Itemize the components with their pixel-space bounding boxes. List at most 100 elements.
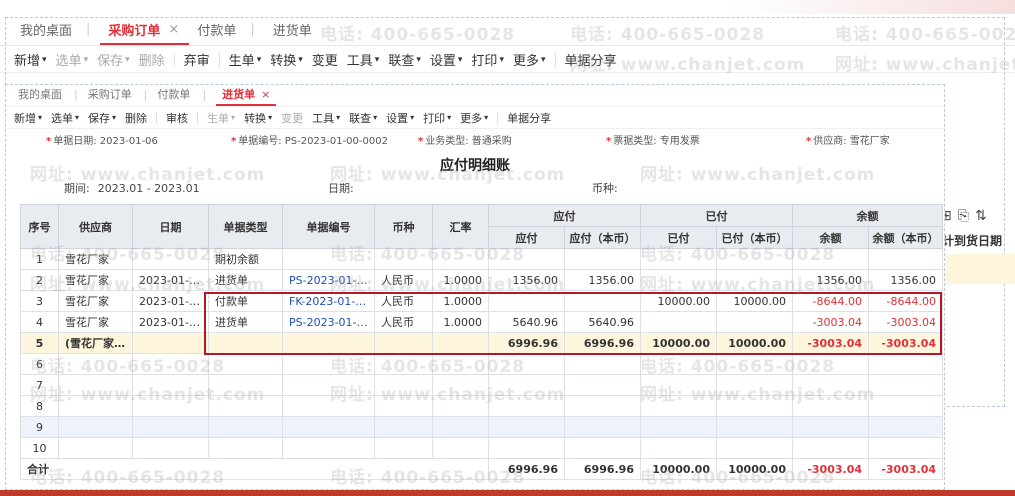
bg-button-2[interactable]: 保存 ▾	[97, 50, 139, 69]
cell-doc-no[interactable]: PS-2023-01-00...	[282, 269, 375, 291]
doc-no-field[interactable]: * 单据编号: PS-2023-01-00-0002	[231, 132, 388, 147]
cell-paid-local	[716, 353, 793, 375]
cell-doc-type: 付款单	[208, 290, 283, 312]
bg-button-4[interactable]: 弃审	[184, 50, 219, 69]
chevron-down-icon: ▾	[447, 113, 452, 122]
bg-button-6[interactable]: 转换 ▾	[270, 50, 312, 69]
col-doc-type[interactable]: 单据类型	[208, 204, 283, 249]
bg-button-8[interactable]: 工具 ▾	[347, 50, 389, 69]
inner-button-0[interactable]: 新增 ▾	[14, 110, 51, 126]
inner-button-1[interactable]: 选单 ▾	[51, 110, 88, 126]
col-seq[interactable]: 序号	[20, 204, 59, 249]
invoice-type-field[interactable]: * 票据类型: 专用发票	[606, 132, 700, 147]
toolbar-button-label: 选单	[55, 54, 82, 69]
cell-payable-local	[564, 290, 641, 312]
chevron-down-icon: ▾	[416, 54, 421, 65]
cell-paid-local	[716, 269, 793, 291]
table-row[interactable]: 5 (雪花厂家)... 6996.96 6996.96 10000.00 10000.00…	[20, 332, 943, 354]
chevron-down-icon: ▾	[410, 113, 415, 122]
inner-button-11[interactable]: 打印 ▾	[423, 110, 460, 126]
inner-tab-desktop[interactable]: 我的桌面 |	[18, 86, 88, 106]
inner-tab-payment[interactable]: 付款单 |	[157, 86, 216, 106]
inner-button-3[interactable]: 删除	[125, 110, 156, 126]
bg-tab-payment[interactable]: 付款单 |	[189, 20, 264, 45]
chevron-down-icon: ▾	[373, 113, 378, 122]
bg-button-13[interactable]: 单据分享	[565, 50, 626, 69]
cell-balance	[792, 395, 869, 417]
cell-currency	[374, 248, 433, 270]
bg-button-10[interactable]: 设置 ▾	[430, 50, 472, 69]
inner-button-9[interactable]: 联查 ▾	[349, 110, 386, 126]
bg-tab-desktop[interactable]: 我的桌面 |	[12, 20, 100, 45]
bg-button-9[interactable]: 联查 ▾	[388, 50, 430, 69]
cell-doc-no[interactable]: PS-2023-01-00...	[282, 311, 375, 333]
cell-balance-local: -3003.04	[868, 332, 943, 354]
bg-button-5[interactable]: 生单 ▾	[229, 50, 271, 69]
table-row[interactable]: 7	[20, 374, 943, 396]
inner-button-4[interactable]: 审核	[166, 110, 197, 126]
inner-button-8[interactable]: 工具 ▾	[312, 110, 349, 126]
col-payable-local[interactable]: 应付（本币）	[564, 226, 641, 249]
table-row[interactable]: 1 雪花厂家 期初余额	[20, 248, 943, 270]
cell-balance-local	[868, 353, 943, 375]
cell-currency: 人民币	[374, 311, 433, 333]
table-row[interactable]: 2 雪花厂家 2023-01-06 进货单 PS-2023-01-00... 人民币 1.0…	[20, 269, 943, 291]
bg-button-3[interactable]: 删除	[139, 50, 174, 69]
inner-tab-receipt[interactable]: 进货单 ×	[216, 86, 277, 106]
col-paid-local[interactable]: 已付（本币）	[716, 226, 793, 249]
bg-button-1[interactable]: 选单 ▾	[56, 50, 98, 69]
sort-icon[interactable]: ⇅	[975, 208, 987, 224]
table-row[interactable]: 4 雪花厂家 2023-01-06 进货单 PS-2023-01-00... 人民币 1.0…	[20, 311, 943, 333]
bg-button-7[interactable]: 变更	[312, 50, 347, 69]
inner-button-5[interactable]: 生单 ▾	[207, 110, 244, 126]
inner-button-12[interactable]: 更多 ▾	[460, 110, 497, 126]
close-icon[interactable]: ×	[261, 88, 270, 101]
chevron-down-icon: ▾	[75, 113, 80, 122]
col-rate[interactable]: 汇率	[432, 204, 489, 249]
close-icon[interactable]: ×	[168, 22, 179, 37]
cell-currency	[374, 437, 433, 459]
table-row[interactable]: 10	[20, 437, 943, 459]
doc-date-field[interactable]: * 单据日期: 2023-01-06	[46, 132, 158, 147]
inner-tab-purchase-order[interactable]: 采购订单 |	[88, 86, 158, 106]
col-balance-local[interactable]: 余额（本币）	[868, 226, 943, 249]
chevron-down-icon: ▾	[83, 54, 89, 65]
inner-button-13[interactable]: 单据分享	[507, 110, 560, 126]
cell-doc-no[interactable]: FK-2023-01-0001	[282, 290, 375, 312]
col-balance[interactable]: 余额	[792, 226, 869, 249]
col-paid[interactable]: 已付	[640, 226, 717, 249]
cell-balance	[792, 437, 869, 459]
table-row[interactable]: 3 雪花厂家 2023-01-06 付款单 FK-2023-01-0001 人民币 1.00…	[20, 290, 943, 312]
inner-button-6[interactable]: 转换 ▾	[244, 110, 281, 126]
bg-tab-receipt[interactable]: 进货单	[265, 20, 322, 45]
table-row[interactable]: 6	[20, 353, 943, 375]
toolbar-button-label: 联查	[349, 111, 372, 125]
inner-button-2[interactable]: 保存 ▾	[88, 110, 125, 126]
table-row[interactable]: 9	[20, 416, 943, 438]
toolbar-button-label: 生单	[228, 54, 255, 69]
total-payable-local: 6996.96	[564, 458, 641, 480]
export-icon[interactable]: ⎘	[958, 208, 969, 224]
inner-button-7[interactable]: 变更	[281, 110, 312, 126]
cell-doc-type	[208, 353, 283, 375]
supplier-field[interactable]: * 供应商: 雪花厂家	[806, 132, 890, 147]
cell-date	[132, 353, 209, 375]
chevron-down-icon: ▾	[42, 54, 47, 65]
bg-button-11[interactable]: 打印 ▾	[471, 50, 513, 69]
toolbar-divider	[156, 111, 158, 124]
col-date[interactable]: 日期	[132, 204, 209, 249]
cell-doc-no	[282, 248, 375, 270]
col-doc-no[interactable]: 单据编号	[282, 204, 375, 249]
col-supplier[interactable]: 供应商	[58, 204, 133, 249]
cell-balance	[792, 374, 869, 396]
col-group-paid: 已付	[640, 204, 793, 227]
inner-button-10[interactable]: 设置 ▾	[386, 110, 423, 126]
col-payable[interactable]: 应付	[488, 226, 565, 249]
bg-tab-purchase-order[interactable]: 采购订单 ×	[100, 20, 190, 45]
bg-button-12[interactable]: 更多 ▾	[513, 50, 555, 69]
col-currency[interactable]: 币种	[374, 204, 433, 249]
table-row[interactable]: 8	[20, 395, 943, 417]
biz-type-field[interactable]: * 业务类型: 普通采购	[418, 132, 512, 147]
bg-button-0[interactable]: 新增 ▾	[14, 50, 56, 69]
cell-supplier: 雪花厂家	[58, 248, 133, 270]
